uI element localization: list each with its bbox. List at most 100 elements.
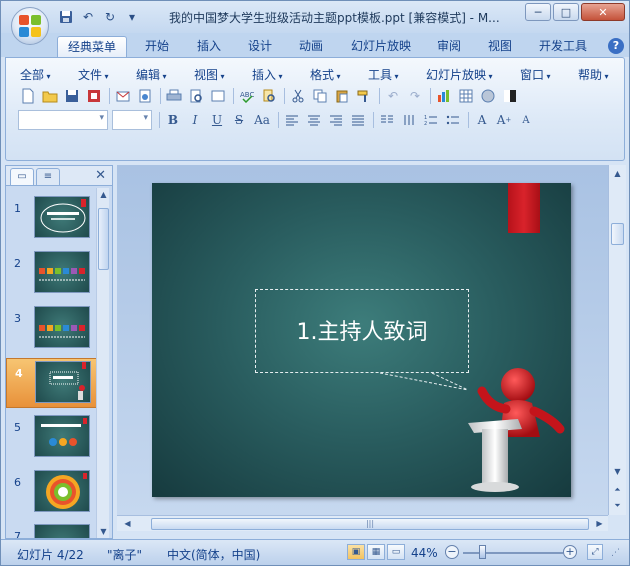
current-slide[interactable]: 1.主持人致词 — [152, 183, 571, 497]
underline-button[interactable]: U — [207, 110, 227, 130]
menu-help[interactable]: 帮助 — [578, 66, 609, 83]
save-icon[interactable] — [57, 9, 75, 25]
close-button[interactable]: ✕ — [581, 3, 625, 21]
thumbnail-scrollbar[interactable]: ▲ ▼ — [96, 188, 109, 538]
new-file-icon[interactable] — [18, 86, 38, 106]
horizontal-scrollbar[interactable]: ◀ ||| ▶ — [117, 515, 608, 531]
paste-icon[interactable] — [332, 86, 352, 106]
maximize-button[interactable]: □ — [553, 3, 579, 21]
scroll-down-icon[interactable]: ▼ — [611, 465, 624, 478]
shrink-font-icon[interactable]: A — [516, 110, 536, 130]
cut-icon[interactable] — [288, 86, 308, 106]
zoom-slider-thumb[interactable] — [478, 545, 486, 559]
chart-icon[interactable] — [434, 86, 454, 106]
font-size-combo[interactable] — [112, 110, 152, 130]
justify-icon[interactable] — [348, 110, 368, 130]
tab-developer[interactable]: 开发工具 — [529, 36, 597, 57]
permission-icon[interactable] — [84, 86, 104, 106]
redo-icon[interactable]: ↻ — [101, 9, 119, 25]
zoom-level[interactable]: 44% — [411, 546, 438, 560]
align-right-icon[interactable] — [326, 110, 346, 130]
print-preview-icon[interactable] — [186, 86, 206, 106]
slide-thumbnail-7[interactable]: 7 — [6, 522, 98, 538]
open-folder-icon[interactable] — [40, 86, 60, 106]
customize-qat-icon[interactable]: ▾ — [123, 9, 141, 25]
scroll-thumb[interactable] — [98, 208, 109, 270]
email-icon[interactable] — [113, 86, 133, 106]
pdf-icon[interactable] — [135, 86, 155, 106]
tab-design[interactable]: 设计 — [238, 36, 282, 57]
slide-scrollbar[interactable]: ▲ ▼ ⏶ ⏷ — [608, 165, 626, 515]
menu-tools[interactable]: 工具 — [368, 66, 399, 83]
slideshow-view-button[interactable]: ▭ — [387, 544, 405, 560]
menu-slideshow[interactable]: 幻灯片放映 — [426, 66, 493, 83]
font-name-combo[interactable] — [18, 110, 108, 130]
menu-insert[interactable]: 插入 — [252, 66, 283, 83]
scroll-thumb[interactable] — [611, 223, 624, 245]
font-color-icon[interactable]: A — [472, 110, 492, 130]
next-slide-icon[interactable]: ⏷ — [611, 499, 624, 512]
menu-window[interactable]: 窗口 — [520, 66, 551, 83]
change-case-button[interactable]: Aa — [251, 110, 273, 130]
close-panel-icon[interactable]: ✕ — [95, 168, 106, 183]
fit-to-window-button[interactable]: ⤢ — [587, 544, 603, 560]
title-placeholder[interactable]: 1.主持人致词 — [255, 289, 469, 373]
print-icon[interactable] — [164, 86, 184, 106]
bold-button[interactable]: B — [163, 110, 183, 130]
slide-thumbnail-3[interactable]: 3 — [6, 304, 98, 354]
align-left-icon[interactable] — [282, 110, 302, 130]
slide-title[interactable]: 1.主持人致词 — [256, 314, 468, 346]
columns-icon[interactable] — [377, 110, 397, 130]
undo-icon[interactable]: ↶ — [79, 9, 97, 25]
tab-home[interactable]: 开始 — [135, 36, 179, 57]
scroll-up-icon[interactable]: ▲ — [97, 188, 110, 201]
help-icon[interactable]: ? — [608, 38, 624, 54]
slide-thumbnail-1[interactable]: 1 — [6, 194, 98, 244]
undo-icon[interactable]: ↶ — [383, 86, 403, 106]
slide-sorter-view-button[interactable]: ▦ — [367, 544, 385, 560]
tab-outline[interactable]: ≡ — [36, 168, 60, 185]
align-center-icon[interactable] — [304, 110, 324, 130]
office-button[interactable] — [11, 7, 49, 45]
research-icon[interactable] — [259, 86, 279, 106]
language-indicator[interactable]: 中文(简体，中国) — [167, 546, 260, 563]
previous-slide-icon[interactable]: ⏶ — [611, 483, 624, 496]
tab-insert[interactable]: 插入 — [187, 36, 231, 57]
scroll-left-icon[interactable]: ◀ — [121, 517, 134, 530]
menu-format[interactable]: 格式 — [310, 66, 341, 83]
slide-thumbnail-5[interactable]: 5 — [6, 413, 98, 463]
menu-file[interactable]: 文件 — [78, 66, 109, 83]
tab-animation[interactable]: 动画 — [289, 36, 333, 57]
strikethrough-button[interactable]: S — [229, 110, 249, 130]
tab-classic-menu[interactable]: 经典菜单 — [57, 36, 128, 57]
normal-view-button[interactable]: ▣ — [347, 544, 365, 560]
format-painter-icon[interactable] — [354, 86, 374, 106]
slide-view-icon[interactable] — [208, 86, 228, 106]
tab-view[interactable]: 视图 — [478, 36, 522, 57]
tab-slides[interactable]: ▭ — [10, 168, 34, 185]
grayscale-icon[interactable] — [478, 86, 498, 106]
slide-thumbnail-2[interactable]: 2 — [6, 249, 98, 299]
copy-icon[interactable] — [310, 86, 330, 106]
scroll-thumb[interactable]: ||| — [151, 518, 589, 530]
text-direction-icon[interactable] — [399, 110, 419, 130]
tab-slideshow[interactable]: 幻灯片放映 — [341, 36, 421, 57]
tab-review[interactable]: 审阅 — [427, 36, 471, 57]
save-icon[interactable] — [62, 86, 82, 106]
redo-icon[interactable]: ↷ — [405, 86, 425, 106]
minimize-button[interactable]: ─ — [525, 3, 551, 21]
resize-grip-icon[interactable]: ⋰ — [611, 548, 620, 558]
scroll-down-icon[interactable]: ▼ — [97, 525, 110, 538]
numbering-icon[interactable]: 12 — [421, 110, 441, 130]
italic-button[interactable]: I — [185, 110, 205, 130]
menu-view[interactable]: 视图 — [194, 66, 225, 83]
table-icon[interactable] — [456, 86, 476, 106]
spelling-icon[interactable]: ABC — [237, 86, 257, 106]
scroll-up-icon[interactable]: ▲ — [611, 167, 624, 180]
zoom-in-button[interactable]: + — [563, 545, 577, 559]
zoom-out-button[interactable]: − — [445, 545, 459, 559]
color-icon[interactable] — [500, 86, 520, 106]
slide-thumbnail-4[interactable]: 4 — [6, 358, 98, 408]
menu-all[interactable]: 全部 — [20, 66, 51, 83]
bullets-icon[interactable] — [443, 110, 463, 130]
